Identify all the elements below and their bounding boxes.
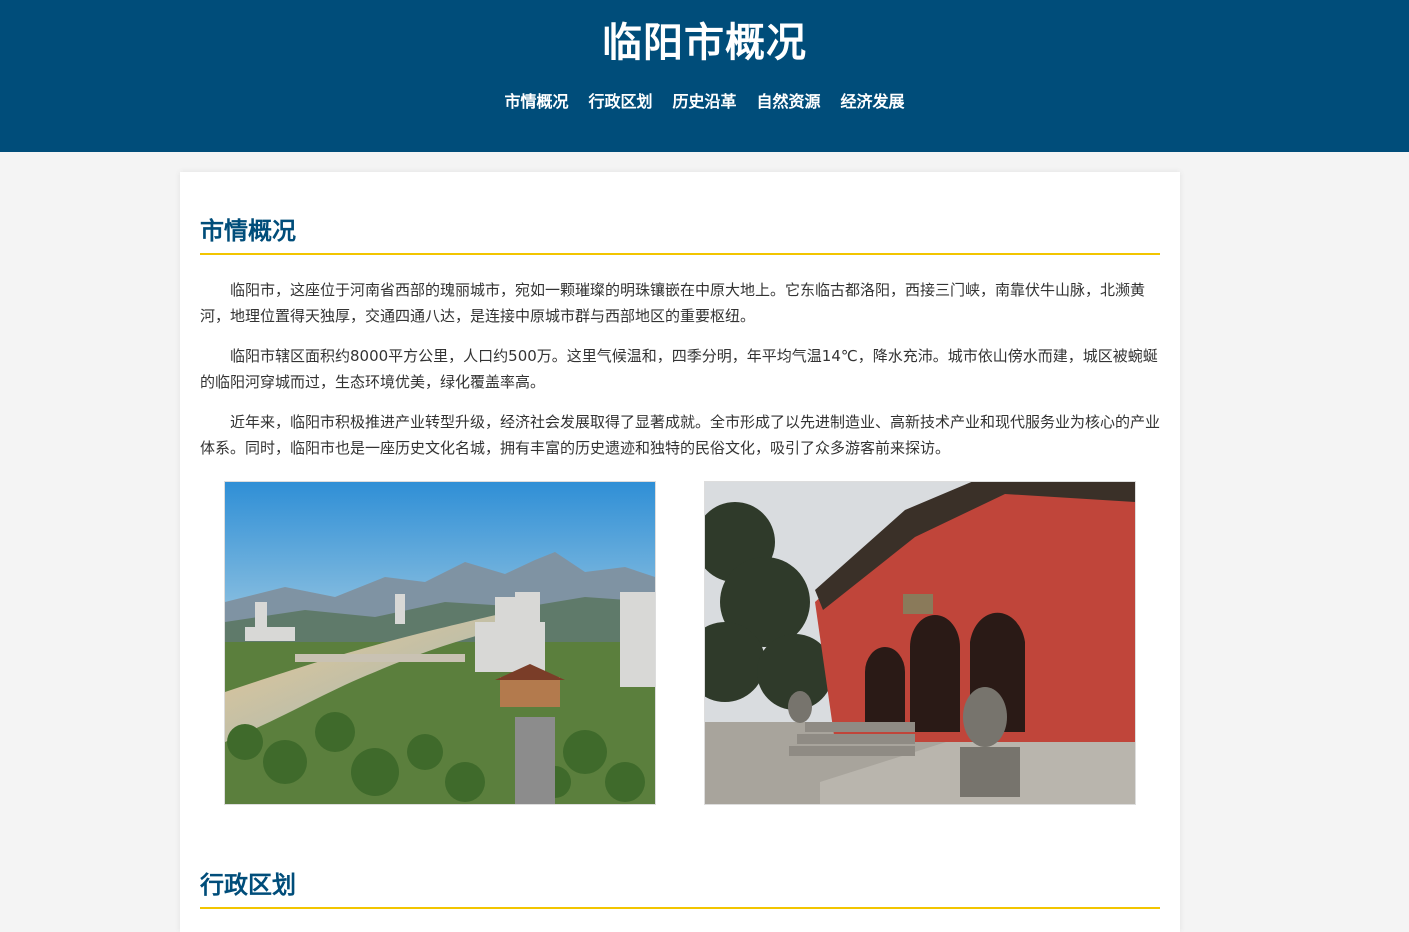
city-aerial-photo (224, 481, 656, 805)
overview-paragraph: 近年来，临阳市积极推进产业转型升级，经济社会发展取得了显著成就。全市形成了以先进… (200, 413, 1161, 457)
temple-gate-photo (704, 481, 1136, 805)
overview-paragraphs: 临阳市，这座位于河南省西部的瑰丽城市，宛如一颗璀璨的明珠镶嵌在中原大地上。它东临… (200, 277, 1160, 461)
site-title: 临阳市概况 (602, 20, 807, 66)
main-nav: 市情概况 行政区划 历史沿革 自然资源 经济发展 (0, 92, 1409, 112)
content-container: 市情概况 临阳市，这座位于河南省西部的瑰丽城市，宛如一颗璀璨的明珠镶嵌在中原大地… (180, 172, 1180, 932)
nav-link-natural-resources[interactable]: 自然资源 (757, 92, 821, 112)
site-header: 临阳市概况 市情概况 行政区划 历史沿革 自然资源 经济发展 (0, 0, 1409, 152)
section-heading-overview: 市情概况 (200, 215, 1160, 255)
nav-link-economy[interactable]: 经济发展 (841, 92, 905, 112)
photo-gallery (200, 475, 1160, 805)
section-overview: 市情概况 临阳市，这座位于河南省西部的瑰丽城市，宛如一颗璀璨的明珠镶嵌在中原大地… (200, 215, 1160, 805)
section-heading-admin-divisions: 行政区划 (200, 869, 1160, 909)
nav-link-history[interactable]: 历史沿革 (672, 92, 736, 112)
section-admin-divisions: 行政区划 (200, 869, 1160, 909)
nav-link-admin-divisions[interactable]: 行政区划 (588, 92, 652, 112)
nav-link-overview[interactable]: 市情概况 (504, 92, 568, 112)
overview-paragraph: 临阳市，这座位于河南省西部的瑰丽城市，宛如一颗璀璨的明珠镶嵌在中原大地上。它东临… (200, 281, 1146, 325)
overview-paragraph: 临阳市辖区面积约8000平方公里，人口约500万。这里气候温和，四季分明，年平均… (200, 347, 1158, 391)
